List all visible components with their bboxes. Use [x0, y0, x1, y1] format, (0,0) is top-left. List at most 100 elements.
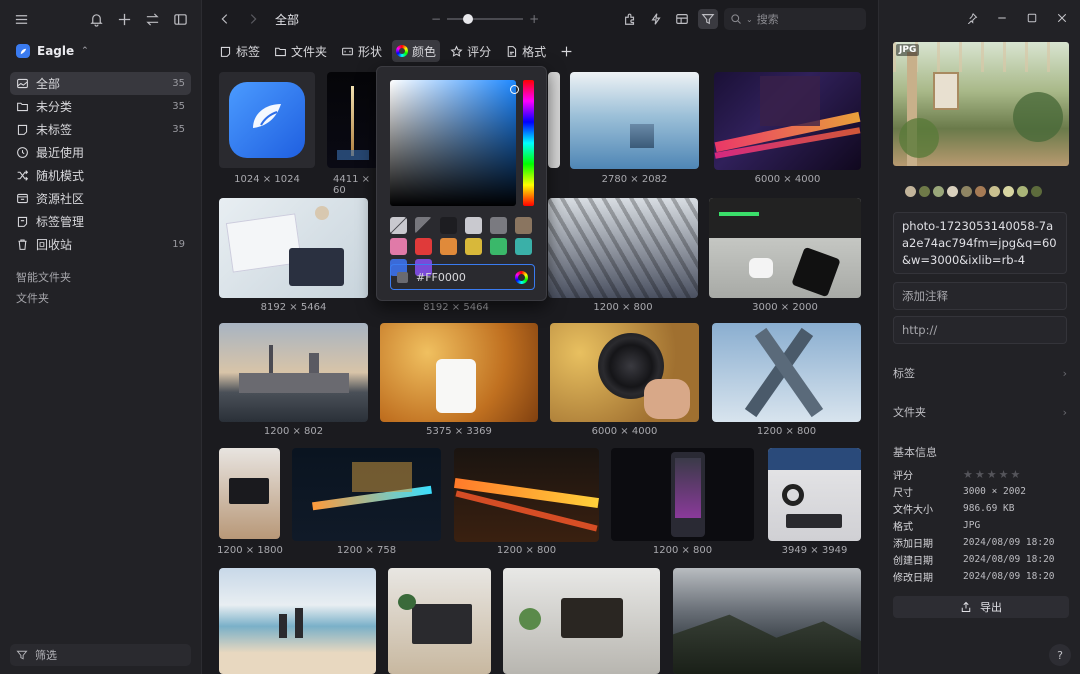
filter-color[interactable]: 颜色	[392, 40, 441, 62]
palette-color[interactable]	[933, 186, 944, 197]
filter-shape[interactable]: 形状	[337, 40, 386, 62]
image-tile[interactable]	[673, 568, 861, 674]
palette-color[interactable]	[1031, 186, 1042, 197]
image-tile[interactable]	[709, 198, 861, 298]
image-tile[interactable]	[219, 72, 315, 168]
image-tile[interactable]	[712, 323, 861, 422]
note-field[interactable]: 添加注释	[893, 282, 1067, 310]
sidebar-item-trash[interactable]: 回收站 19	[10, 233, 191, 256]
image-tile[interactable]	[219, 198, 368, 298]
star-icon[interactable]: ★	[963, 468, 973, 481]
hue-slider[interactable]	[523, 80, 534, 206]
color-wheel-icon[interactable]	[515, 270, 528, 284]
image-tile[interactable]	[548, 72, 560, 168]
swatch[interactable]	[490, 217, 507, 234]
swatch[interactable]	[415, 217, 432, 234]
breadcrumb[interactable]: 全部	[275, 11, 299, 28]
image-tile[interactable]	[550, 323, 699, 422]
sidebar-item-uncategorized[interactable]: 未分类 35	[10, 95, 191, 118]
maximize-icon[interactable]	[1026, 12, 1038, 27]
swatch[interactable]	[440, 238, 457, 255]
sidebar-item-recent[interactable]: 最近使用	[10, 141, 191, 164]
star-icon[interactable]: ★	[999, 468, 1009, 481]
swatch[interactable]	[390, 217, 407, 234]
image-tile[interactable]	[380, 323, 538, 422]
back-icon[interactable]	[215, 9, 235, 29]
sidebar-item-all[interactable]: 全部 35	[10, 72, 191, 95]
palette-color[interactable]	[919, 186, 930, 197]
filter-folders[interactable]: 文件夹	[270, 40, 331, 62]
swatch[interactable]	[415, 238, 432, 255]
image-tile[interactable]	[503, 568, 660, 674]
selected-image-preview[interactable]: JPG	[893, 42, 1069, 166]
sidebar-item-community[interactable]: 资源社区	[10, 187, 191, 210]
swatch[interactable]	[515, 217, 532, 234]
palette-color[interactable]	[1017, 186, 1028, 197]
smart-folders-section[interactable]: 智能文件夹	[0, 266, 201, 287]
action-icon[interactable]	[646, 9, 666, 29]
swatch[interactable]	[440, 217, 457, 234]
add-icon[interactable]	[115, 10, 133, 28]
image-tile[interactable]	[292, 448, 441, 541]
swatch[interactable]	[490, 238, 507, 255]
saturation-value-area[interactable]	[390, 80, 519, 206]
sidebar-item-tag-manager[interactable]: 标签管理	[10, 210, 191, 233]
image-tile[interactable]	[611, 448, 754, 541]
minimize-icon[interactable]	[996, 12, 1008, 27]
rating-stars[interactable]: ★ ★ ★ ★ ★	[963, 468, 1020, 481]
plugin-icon[interactable]	[620, 9, 640, 29]
image-tile[interactable]	[388, 568, 491, 674]
zoom-slider[interactable]: − +	[431, 12, 539, 26]
folders-section[interactable]: 文件夹	[0, 287, 201, 308]
color-cursor[interactable]	[510, 85, 519, 94]
filter-format[interactable]: 格式	[501, 40, 550, 62]
palette-color[interactable]	[905, 186, 916, 197]
export-button[interactable]: 导出	[893, 596, 1069, 618]
search-input[interactable]: 搜索	[757, 11, 779, 27]
sidebar-filter[interactable]: 筛选	[10, 644, 191, 666]
sidebar-item-random[interactable]: 随机模式	[10, 164, 191, 187]
hex-input[interactable]: #FF0000	[390, 264, 535, 290]
url-field[interactable]: http://	[893, 316, 1067, 344]
tags-row[interactable]: 标签 ›	[893, 362, 1067, 384]
add-filter-button[interactable]	[556, 40, 577, 62]
star-icon[interactable]: ★	[1011, 468, 1021, 481]
filter-tags[interactable]: 标签	[215, 40, 264, 62]
zoom-in-icon[interactable]: +	[529, 12, 539, 26]
zoom-track[interactable]	[447, 14, 524, 24]
hex-value[interactable]: #FF0000	[416, 271, 466, 284]
zoom-out-icon[interactable]: −	[431, 12, 441, 26]
search-chevron-icon[interactable]: ⌄	[746, 15, 753, 24]
palette-color[interactable]	[947, 186, 958, 197]
sidebar-item-untagged[interactable]: 未标签 35	[10, 118, 191, 141]
image-tile[interactable]	[327, 72, 379, 168]
filename-field[interactable]: photo-1723053140058-7aa2e74ac794fm=jpg&q…	[893, 212, 1067, 274]
pin-icon[interactable]	[966, 12, 978, 27]
image-tile[interactable]	[548, 198, 698, 298]
star-icon[interactable]: ★	[987, 468, 997, 481]
image-tile[interactable]	[768, 448, 861, 541]
swatch[interactable]	[390, 238, 407, 255]
close-icon[interactable]	[1056, 12, 1068, 27]
palette-color[interactable]	[1003, 186, 1014, 197]
swatch[interactable]	[465, 217, 482, 234]
image-tile[interactable]	[570, 72, 699, 169]
image-tile[interactable]	[219, 568, 376, 674]
filter-rating[interactable]: 评分	[446, 40, 495, 62]
star-icon[interactable]: ★	[975, 468, 985, 481]
library-switcher[interactable]: Eagle ⌃	[0, 38, 201, 64]
layout-icon[interactable]	[672, 9, 692, 29]
search-box[interactable]: ⌄ 搜索	[724, 8, 866, 30]
swatch[interactable]	[465, 238, 482, 255]
palette-color[interactable]	[961, 186, 972, 197]
palette-color[interactable]	[975, 186, 986, 197]
forward-icon[interactable]	[243, 9, 263, 29]
sidebar-toggle-icon[interactable]	[171, 10, 189, 28]
zoom-thumb[interactable]	[463, 14, 474, 24]
filter-toggle-icon[interactable]	[698, 9, 718, 29]
image-tile[interactable]	[219, 323, 368, 422]
palette-color[interactable]	[989, 186, 1000, 197]
bell-icon[interactable]	[87, 10, 105, 28]
image-tile[interactable]	[454, 448, 599, 542]
image-tile[interactable]	[714, 72, 861, 170]
